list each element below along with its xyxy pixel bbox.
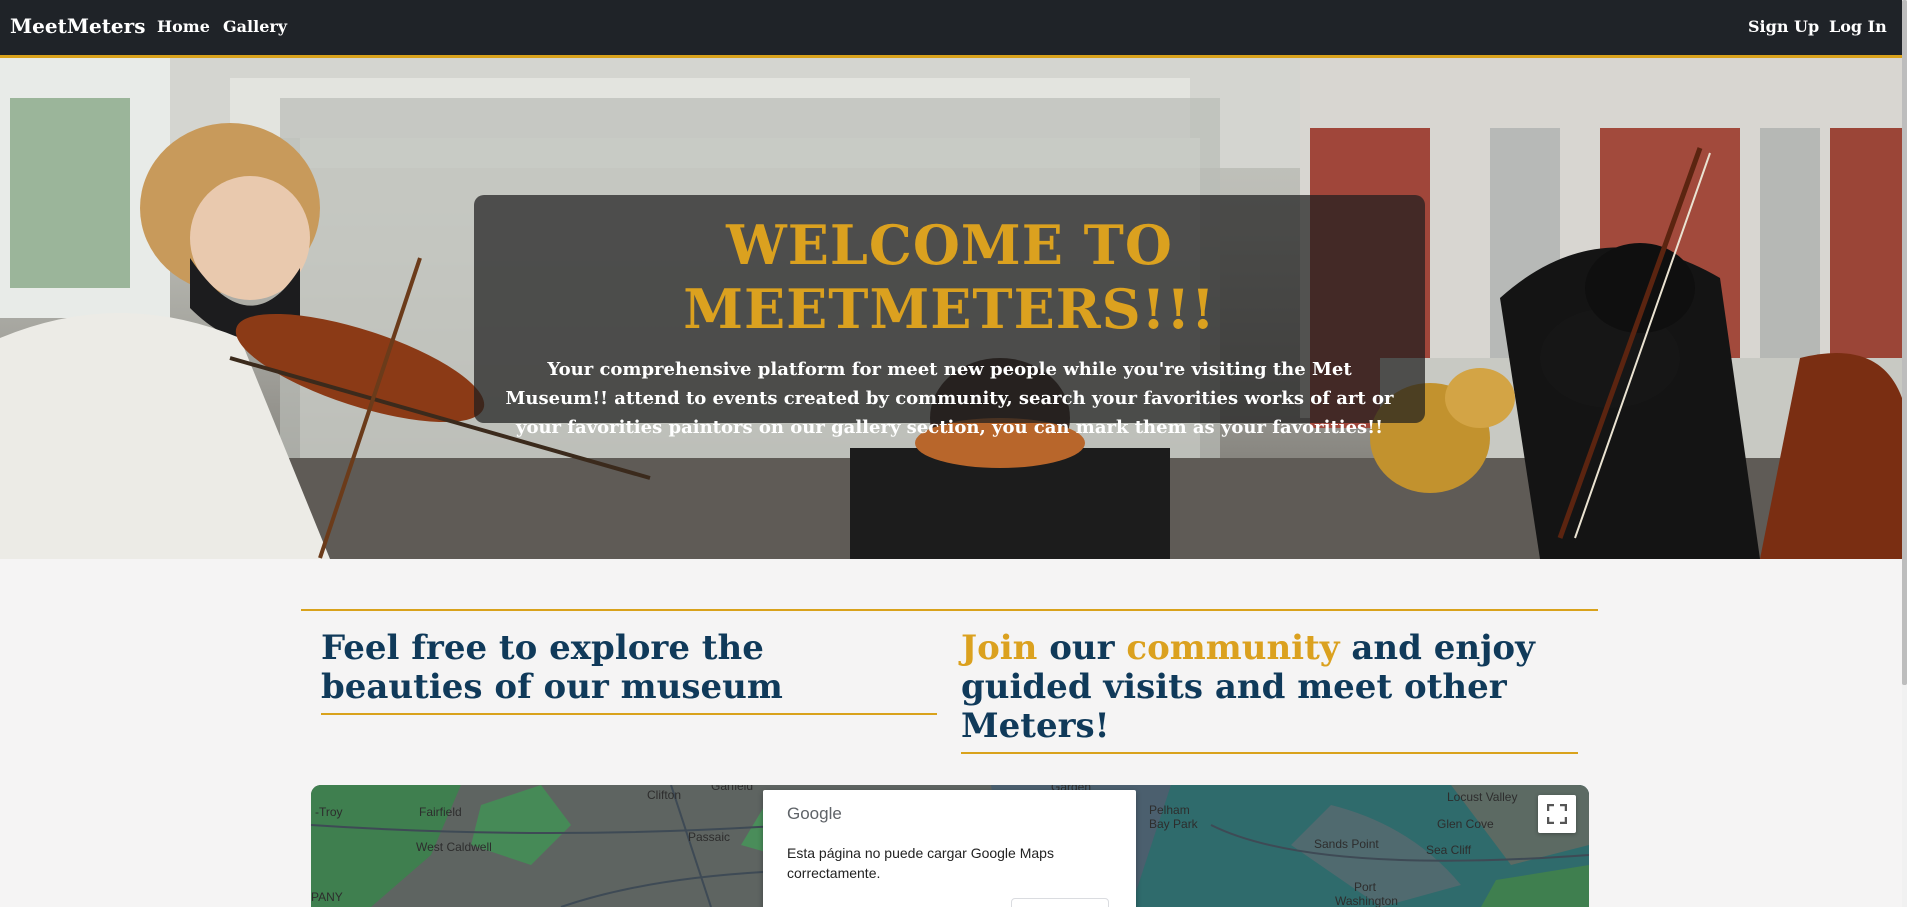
login-link[interactable]: Log In — [1829, 17, 1887, 36]
join-community-heading: Join our community and enjoy guided visi… — [961, 629, 1578, 754]
map-label-west-caldwell: West Caldwell — [416, 840, 492, 854]
section-divider — [301, 609, 1598, 611]
maps-error-message: Esta página no puede cargar Google Maps … — [787, 845, 1054, 881]
maps-error-ok-button[interactable] — [1011, 898, 1109, 907]
hero-title: WELCOME TO MEETMETERS!!! — [683, 213, 1216, 341]
map-label-troy: -Troy — [315, 805, 343, 819]
community-word: community — [1126, 628, 1340, 668]
hero-banner: WELCOME TO MEETMETERS!!! Your comprehens… — [0, 58, 1902, 559]
navbar: MeetMeters Home Gallery Sign Up Log In — [0, 0, 1907, 58]
map-label-pelham-bay-park: Pelham Bay Park — [1149, 803, 1198, 831]
map-fullscreen-button[interactable] — [1538, 795, 1576, 833]
fullscreen-icon — [1547, 804, 1567, 824]
hero-welcome-card: WELCOME TO MEETMETERS!!! Your comprehens… — [474, 195, 1425, 438]
brand-logo-link[interactable]: MeetMeters — [10, 14, 145, 38]
map-label-pany: PANY — [311, 890, 343, 904]
google-map[interactable]: -Troy Fairfield West Caldwell Clifton Ga… — [311, 785, 1589, 907]
map-label-port-washington: Port Washington — [1335, 880, 1398, 907]
our-word: our — [1037, 628, 1127, 668]
explore-heading: Feel free to explore the beauties of our… — [321, 629, 937, 715]
nav-home-link[interactable]: Home — [157, 17, 210, 36]
map-label-glen-cove: Glen Cove — [1437, 817, 1494, 831]
signup-link[interactable]: Sign Up — [1748, 17, 1819, 36]
map-label-sands-point: Sands Point — [1314, 837, 1379, 851]
map-label-locust-valley: Locust Valley — [1447, 790, 1518, 804]
map-label-clifton: Clifton — [647, 788, 682, 802]
join-word: Join — [961, 628, 1038, 668]
page-scrollbar-thumb[interactable] — [1902, 0, 1907, 685]
map-label-passaic: Passaic — [688, 830, 731, 844]
hero-description: Your comprehensive platform for meet new… — [505, 359, 1394, 438]
map-label-fairfield: Fairfield — [419, 805, 462, 819]
maps-error-dialog: Google Esta página no puede cargar Googl… — [763, 790, 1136, 907]
nav-gallery-link[interactable]: Gallery — [223, 17, 287, 36]
google-logo: Google — [787, 804, 842, 823]
map-label-garfield: Garfield — [711, 785, 754, 793]
map-label-sea-cliff: Sea Cliff — [1426, 843, 1472, 857]
